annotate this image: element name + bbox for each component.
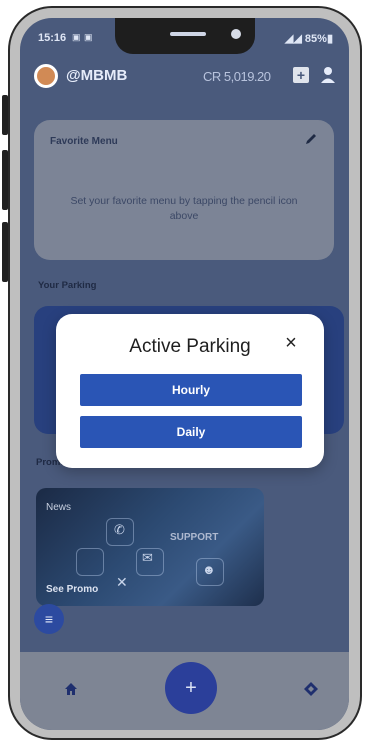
close-icon[interactable]: × [280,332,302,354]
front-camera [231,29,241,39]
notch-speaker [170,32,206,36]
camera-notch [115,18,255,54]
app-screen: 15:16 ▣ ▣ ◢◢ 85%▮ @MBMB CR 5,019.20 + Fa… [20,18,349,730]
daily-button[interactable]: Daily [80,416,302,448]
phone-side-button [2,95,8,135]
active-parking-dialog: Active Parking × Hourly Daily [56,314,324,468]
phone-side-button [2,222,8,282]
hourly-button[interactable]: Hourly [80,374,302,406]
phone-side-button [2,150,8,210]
